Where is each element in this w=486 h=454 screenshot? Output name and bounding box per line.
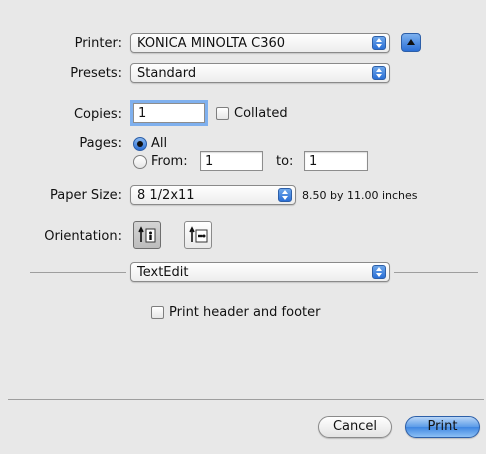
pages-all-label: All — [151, 136, 168, 151]
pages-from-label: From: — [151, 154, 188, 169]
copies-label: Copies: — [73, 107, 122, 122]
cancel-button[interactable]: Cancel — [318, 416, 392, 438]
collated-checkbox[interactable] — [216, 107, 229, 120]
pages-from-field[interactable]: 1 — [200, 151, 263, 171]
copies-field[interactable]: 1 — [133, 103, 205, 123]
printer-value: KONICA MINOLTA C360 — [137, 36, 286, 51]
paper-size-popup[interactable]: 8 1/2x11 — [130, 185, 296, 205]
paper-size-label: Paper Size: — [49, 188, 122, 203]
printer-popup[interactable]: KONICA MINOLTA C360 — [130, 33, 390, 53]
paper-size-value: 8 1/2x11 — [137, 188, 195, 203]
pages-to-field[interactable]: 1 — [304, 151, 368, 171]
pages-from-radio[interactable] — [133, 155, 147, 169]
pages-all-radio[interactable] — [133, 137, 147, 151]
section-popup[interactable]: TextEdit — [130, 262, 390, 282]
collapse-details-button[interactable] — [401, 33, 421, 52]
paper-dimensions: 8.50 by 11.00 inches — [302, 189, 418, 202]
popup-arrows-icon — [372, 66, 386, 80]
print-button[interactable]: Print — [405, 416, 480, 438]
section-divider-right — [394, 272, 478, 273]
popup-arrows-icon — [278, 188, 292, 202]
collated-label: Collated — [234, 106, 288, 121]
orientation-label: Orientation: — [44, 229, 122, 244]
portrait-icon — [138, 226, 156, 243]
header-footer-checkbox[interactable] — [151, 306, 164, 319]
presets-value: Standard — [137, 66, 197, 81]
popup-arrows-icon — [372, 265, 386, 279]
presets-label: Presets: — [70, 66, 122, 81]
header-footer-label: Print header and footer — [169, 305, 321, 320]
section-value: TextEdit — [137, 265, 189, 280]
landscape-icon — [189, 226, 208, 243]
pages-to-label: to: — [276, 154, 294, 169]
popup-arrows-icon — [372, 36, 386, 50]
pages-label: Pages: — [79, 136, 122, 151]
bottom-divider — [8, 399, 484, 400]
printer-label: Printer: — [74, 36, 122, 51]
section-divider-left — [30, 272, 126, 273]
presets-popup[interactable]: Standard — [130, 63, 390, 83]
portrait-orientation-button[interactable] — [133, 221, 161, 249]
landscape-orientation-button[interactable] — [184, 221, 212, 249]
print-dialog: Printer: KONICA MINOLTA C360 Presets: St… — [0, 0, 486, 454]
